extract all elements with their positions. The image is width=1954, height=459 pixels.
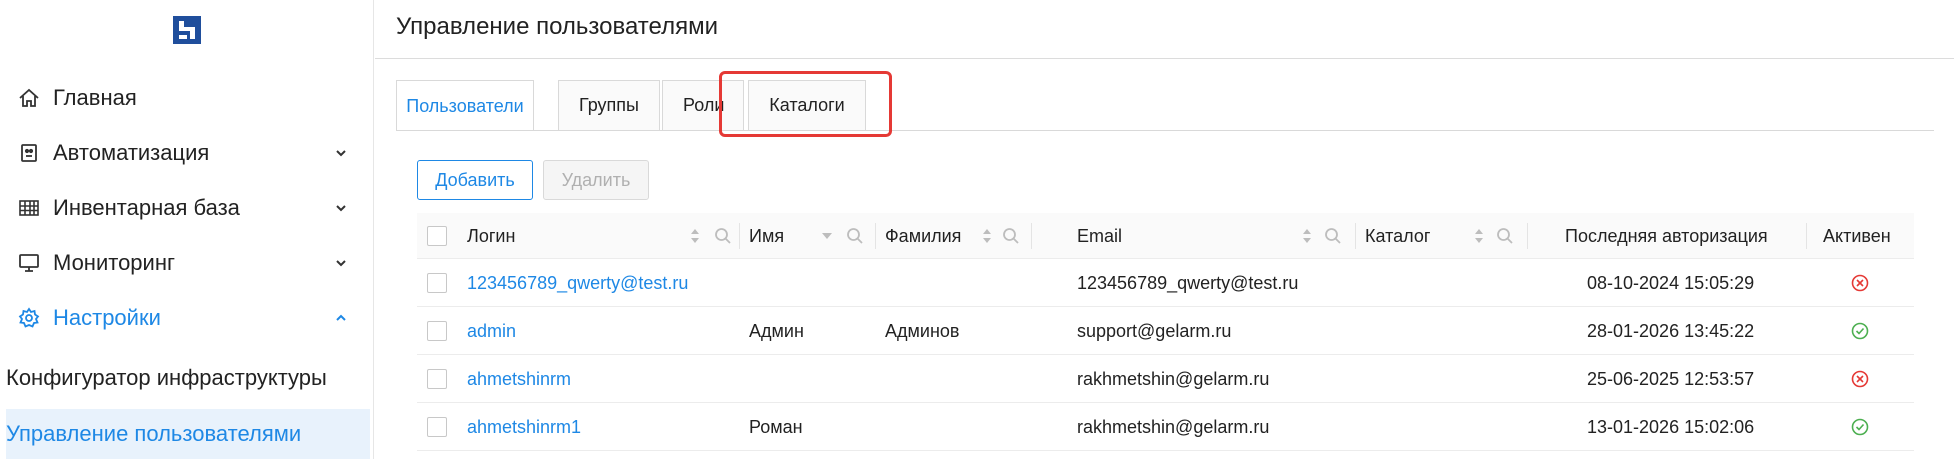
- last-auth-cell: 25-06-2025 12:53:57: [1587, 368, 1755, 389]
- table-header: Логин Имя Фамилия Email Каталог Последня…: [417, 213, 1914, 259]
- sidebar-item-settings[interactable]: Настройки: [0, 293, 374, 343]
- column-header-first-name[interactable]: Имя: [749, 213, 784, 259]
- gear-icon: [16, 305, 42, 331]
- last-auth-cell: 13-01-2026 15:02:06: [1587, 416, 1755, 437]
- search-icon[interactable]: [713, 226, 733, 246]
- sidebar: Главная Автоматизация Инвентарная база М…: [0, 0, 374, 459]
- column-separator: [739, 223, 740, 249]
- table-icon: [16, 195, 42, 221]
- active-status-icon: [1851, 418, 1869, 436]
- sidebar-subitem-infra-configurator[interactable]: Конфигуратор инфраструктуры: [6, 353, 370, 403]
- sort-icon[interactable]: [1469, 226, 1489, 246]
- main-content: Управление пользователями Пользователи Г…: [375, 0, 1954, 459]
- column-separator: [875, 223, 876, 249]
- email-cell: rakhmetshin@gelarm.ru: [1077, 368, 1270, 389]
- column-header-login[interactable]: Логин: [467, 213, 515, 259]
- column-separator: [1806, 223, 1807, 249]
- table-row[interactable]: 123456789_qwerty@test.ru 123456789_qwert…: [417, 259, 1914, 307]
- home-icon: [16, 85, 42, 111]
- chevron-up-icon: [332, 309, 350, 327]
- divider: [375, 58, 1954, 59]
- email-cell: support@gelarm.ru: [1077, 320, 1232, 341]
- table-row[interactable]: admin Админ Админов support@gelarm.ru 28…: [417, 307, 1914, 355]
- search-icon[interactable]: [1495, 226, 1515, 246]
- column-separator: [1355, 223, 1356, 249]
- login-link[interactable]: 123456789_qwerty@test.ru: [467, 259, 688, 307]
- last-auth-cell: 08-10-2024 15:05:29: [1587, 272, 1755, 293]
- email-cell: 123456789_qwerty@test.ru: [1077, 272, 1299, 293]
- table-row[interactable]: ahmetshinrm rakhmetshin@gelarm.ru 25-06-…: [417, 355, 1914, 403]
- sort-icon[interactable]: [685, 226, 705, 246]
- column-header-email[interactable]: Email: [1077, 213, 1122, 259]
- login-link[interactable]: ahmetshinrm1: [467, 403, 581, 451]
- first-name-cell: Админ: [749, 320, 804, 341]
- filter-icon[interactable]: [817, 226, 837, 246]
- sort-icon[interactable]: [977, 226, 997, 246]
- sidebar-item-monitoring[interactable]: Мониторинг: [0, 238, 374, 288]
- sidebar-item-home[interactable]: Главная: [0, 73, 374, 123]
- sidebar-subitem-label: Управление пользователями: [6, 421, 302, 446]
- sidebar-item-label: Мониторинг: [53, 250, 176, 275]
- sidebar-subitem-label: Конфигуратор инфраструктуры: [6, 365, 327, 390]
- sidebar-item-label: Автоматизация: [53, 140, 210, 165]
- last-auth-cell: 28-01-2026 13:45:22: [1587, 320, 1755, 341]
- column-separator: [1527, 223, 1528, 249]
- column-header-catalog[interactable]: Каталог: [1365, 213, 1430, 259]
- row-checkbox[interactable]: [427, 369, 447, 389]
- chevron-down-icon: [332, 199, 350, 217]
- highlight-box: [719, 71, 892, 137]
- search-icon[interactable]: [1001, 226, 1021, 246]
- sidebar-item-automation[interactable]: Автоматизация: [0, 128, 374, 178]
- first-name-cell: Роман: [749, 416, 803, 437]
- row-checkbox[interactable]: [427, 417, 447, 437]
- column-header-last-name[interactable]: Фамилия: [885, 213, 961, 259]
- sidebar-item-label: Главная: [53, 85, 137, 110]
- inactive-status-icon: [1851, 274, 1869, 292]
- tab-users[interactable]: Пользователи: [396, 80, 534, 131]
- page-title: Управление пользователями: [396, 13, 718, 40]
- chevron-down-icon: [332, 144, 350, 162]
- search-icon[interactable]: [1323, 226, 1343, 246]
- robot-icon: [16, 140, 42, 166]
- inactive-status-icon: [1851, 370, 1869, 388]
- email-cell: rakhmetshin@gelarm.ru: [1077, 416, 1270, 437]
- tab-groups[interactable]: Группы: [558, 80, 660, 130]
- login-link[interactable]: ahmetshinrm: [467, 355, 571, 403]
- chevron-down-icon: [332, 254, 350, 272]
- tabs-divider: [396, 130, 1934, 131]
- login-link[interactable]: admin: [467, 307, 516, 355]
- app-logo[interactable]: [173, 16, 201, 44]
- row-checkbox[interactable]: [427, 273, 447, 293]
- select-all-checkbox[interactable]: [427, 226, 447, 246]
- table-row[interactable]: ahmetshinrm1 Роман rakhmetshin@gelarm.ru…: [417, 403, 1914, 451]
- delete-button[interactable]: Удалить: [543, 160, 649, 200]
- sort-icon[interactable]: [1297, 226, 1317, 246]
- sidebar-item-label: Настройки: [53, 305, 161, 330]
- active-status-icon: [1851, 322, 1869, 340]
- monitor-icon: [16, 250, 42, 276]
- column-separator: [1031, 223, 1032, 249]
- column-header-active[interactable]: Активен: [1823, 213, 1891, 259]
- column-header-last-auth[interactable]: Последняя авторизация: [1565, 213, 1768, 259]
- sidebar-item-inventory[interactable]: Инвентарная база: [0, 183, 374, 233]
- search-icon[interactable]: [845, 226, 865, 246]
- add-button[interactable]: Добавить: [417, 160, 533, 200]
- sidebar-item-label: Инвентарная база: [53, 195, 240, 220]
- last-name-cell: Админов: [885, 320, 960, 341]
- sidebar-subitem-user-management[interactable]: Управление пользователями: [6, 409, 370, 459]
- row-checkbox[interactable]: [427, 321, 447, 341]
